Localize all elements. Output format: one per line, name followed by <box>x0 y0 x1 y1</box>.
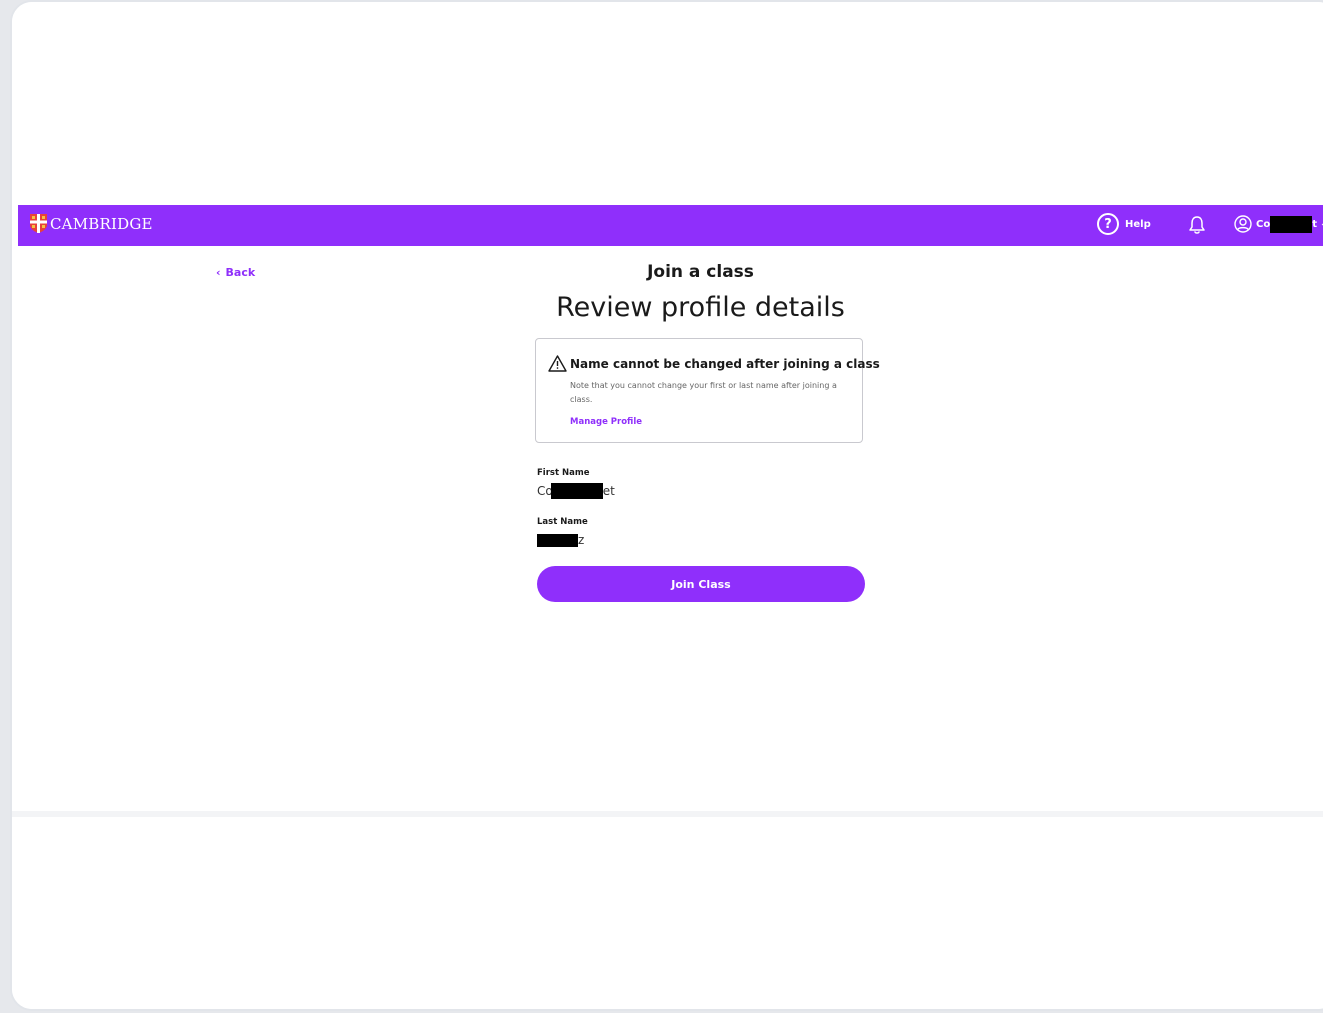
warning-icon <box>548 355 567 372</box>
user-name-start: Co <box>1256 218 1271 230</box>
page-title: Review profile details <box>556 292 845 323</box>
top-blank-area <box>12 2 1323 205</box>
warning-text: Note that you cannot change your first o… <box>570 381 837 404</box>
first-name-label: First Name <box>537 468 590 478</box>
last-name-end: z <box>578 533 585 547</box>
notification-bell-icon[interactable] <box>1188 215 1206 235</box>
redaction-block <box>550 483 603 499</box>
cambridge-shield-icon <box>30 214 47 233</box>
footer-area <box>12 817 1323 1009</box>
top-navbar: CAMBRIDGE ? Help Co t ⌄ <box>18 205 1323 246</box>
first-name-end: et <box>602 484 615 498</box>
help-button[interactable]: ? Help <box>1097 213 1151 235</box>
user-name-end: t <box>1312 218 1317 230</box>
manage-profile-link[interactable]: Manage Profile <box>570 417 642 427</box>
user-name: Co t ⌄ <box>1256 215 1323 233</box>
warning-title: Name cannot be changed after joining a c… <box>570 357 880 371</box>
last-name-value: z <box>537 533 584 547</box>
last-name-label: Last Name <box>537 517 588 527</box>
user-menu[interactable]: Co t ⌄ <box>1234 215 1323 233</box>
user-avatar-icon <box>1234 215 1252 233</box>
page-eyebrow: Join a class <box>647 262 754 282</box>
redaction-block <box>1270 215 1313 233</box>
help-label: Help <box>1125 218 1151 230</box>
first-name-value: Co et <box>537 483 615 499</box>
app-frame: CAMBRIDGE ? Help Co t ⌄ ‹ <box>10 0 1323 1011</box>
name-change-warning: Name cannot be changed after joining a c… <box>535 338 880 443</box>
brand-name: CAMBRIDGE <box>50 214 153 233</box>
join-class-button[interactable]: Join Class <box>537 566 865 602</box>
main-content: ‹ Back Join a class Review profile detai… <box>12 246 1323 811</box>
help-icon: ? <box>1097 213 1119 235</box>
cambridge-logo[interactable]: CAMBRIDGE <box>30 214 153 233</box>
redaction-block <box>537 533 578 547</box>
